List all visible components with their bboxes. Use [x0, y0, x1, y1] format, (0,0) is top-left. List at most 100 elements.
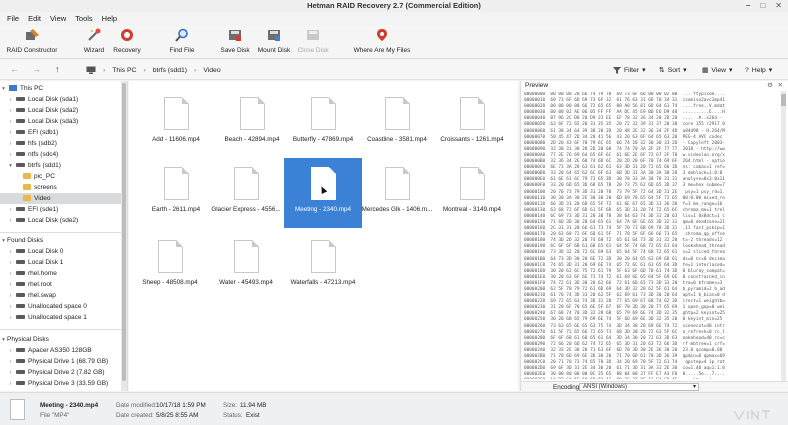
tree-header-found-disks[interactable]: ▾ Found Disks: [0, 235, 122, 246]
tree-item-folder[interactable]: screens: [0, 182, 122, 193]
save-disk-icon: [229, 30, 241, 41]
file-item[interactable]: Mercedes Glk - 1406.m...: [358, 158, 436, 228]
size-label: Size:: [223, 402, 237, 409]
file-item[interactable]: Earth - 2611.mp4: [137, 158, 215, 228]
tree-item-found-disk[interactable]: › rhel.home: [0, 268, 122, 279]
up-arrow-icon[interactable]: ↑: [55, 64, 60, 74]
tree-item-found-disk[interactable]: › Unallocated space 0: [0, 301, 122, 312]
filter-button[interactable]: Filter ▾: [613, 60, 646, 80]
divider: [0, 329, 122, 330]
tree-item-disk[interactable]: › EFI (sde1): [0, 204, 122, 215]
disk-icon: [16, 129, 25, 134]
file-item[interactable]: Waterfalls - 47213.mp4: [284, 231, 362, 301]
tree-item-disk[interactable]: › hfs (sdb2): [0, 138, 122, 149]
tree-item-disk[interactable]: › Local Disk (sda3): [0, 116, 122, 127]
menu-edit[interactable]: Edit: [28, 12, 41, 25]
where-are-my-files-button[interactable]: Where Are My Files: [352, 28, 412, 57]
selected-file-icon: [10, 399, 25, 420]
save-disk-button[interactable]: Save Disk: [219, 28, 251, 57]
file-item[interactable]: Sheep - 48508.mp4: [131, 231, 209, 301]
scrollbar-thumb[interactable]: [122, 83, 126, 381]
tree-item-folder-selected[interactable]: Video: [0, 193, 122, 204]
tree-item-physical-disk[interactable]: › Physical Drive 3 (33.59 GB): [0, 378, 122, 389]
window-title: Hetman RAID Recovery 2.7 (Commercial Edi…: [307, 1, 481, 10]
file-item[interactable]: Water - 45493.mp4: [207, 231, 285, 301]
minimize-button[interactable]: –: [746, 0, 750, 12]
caret-right-icon[interactable]: ›: [7, 379, 14, 390]
scrollbar-thumb[interactable]: [781, 94, 786, 106]
find-file-button[interactable]: Find File: [166, 28, 198, 57]
tree-item-found-disk[interactable]: › Local Disk 1: [0, 257, 122, 268]
file-item[interactable]: Montreal - 3149.mp4: [433, 158, 511, 228]
tree-item-disk[interactable]: › ntfs (sdc4): [0, 149, 122, 160]
menu-file[interactable]: File: [7, 12, 19, 25]
maximize-button[interactable]: □: [760, 0, 765, 12]
file-item[interactable]: Glacier Express - 4556...: [207, 158, 285, 228]
tree-item-folder[interactable]: pic_PC: [0, 171, 122, 182]
file-item[interactable]: Butterfly - 47869.mp4: [284, 88, 362, 158]
tree-item-disk[interactable]: ▾ btrfs (sdd1): [0, 160, 122, 171]
date-modified-label: Date modified:: [116, 402, 157, 409]
file-item[interactable]: Croissants - 1261.mp4: [433, 88, 511, 158]
disk-icon: [16, 369, 25, 374]
app-window: Hetman RAID Recovery 2.7 (Commercial Edi…: [0, 0, 788, 425]
close-window-button[interactable]: ✕: [775, 0, 782, 12]
tree-item-found-disk[interactable]: › Local Disk 0: [0, 246, 122, 257]
disk-icon: [16, 206, 25, 211]
file-grid: Add - 11606.mp4 Beach - 42894.mp4 Butter…: [129, 81, 518, 391]
raid-constructor-button[interactable]: RAID Constructor: [6, 28, 58, 57]
date-modified-value: 10/17/18 1:59 PM: [156, 402, 206, 409]
file-item-selected[interactable]: Meeting - 2340.mp4: [284, 158, 362, 228]
menu-help[interactable]: Help: [102, 12, 117, 25]
tree-item-disk[interactable]: › Local Disk (sda1): [0, 94, 122, 105]
hex-scrollbar[interactable]: [781, 91, 786, 381]
help-button[interactable]: ? Help ▾: [745, 60, 772, 80]
divider: [0, 232, 122, 233]
tree-item-disk[interactable]: › Local Disk (sda2): [0, 105, 122, 116]
chevron-right-icon: ›: [194, 66, 197, 74]
tree-item-found-disk[interactable]: › rhel.root: [0, 279, 122, 290]
menu-bar: File Edit View Tools Help: [0, 12, 788, 25]
disk-icon: [16, 118, 25, 123]
chevron-right-icon: ›: [103, 66, 106, 74]
tree-item-found-disk[interactable]: › Unallocated space 1: [0, 312, 122, 323]
navigation-bar: ← → ↑ › This PC › btrfs (sdd1) › Video F…: [0, 60, 788, 80]
encoding-bar: Encoding ANSI (Windows) ▾: [521, 381, 788, 391]
mount-disk-button[interactable]: Mount Disk: [256, 28, 292, 57]
file-item[interactable]: Beach - 42894.mp4: [213, 88, 291, 158]
tree-item-found-disk[interactable]: › rhel.swap: [0, 290, 122, 301]
sort-button[interactable]: ⇅ Sort ▾: [659, 60, 687, 80]
tree-item-disk[interactable]: › EFI (sdb1): [0, 127, 122, 138]
breadcrumb-btrfs[interactable]: btrfs (sdd1): [153, 67, 187, 74]
hex-view[interactable]: 00000000 00 00 00 20 66 74 79 70 69 73 6…: [524, 92, 776, 379]
back-arrow-icon[interactable]: ←: [10, 64, 19, 74]
tree-item-this-pc[interactable]: ▾ This PC: [0, 83, 122, 94]
caret-right-icon[interactable]: ›: [7, 216, 14, 227]
search-icon: [175, 28, 188, 42]
file-item[interactable]: Coastline - 3581.mp4: [358, 88, 436, 158]
file-item[interactable]: Add - 11606.mp4: [137, 88, 215, 158]
settings-icon[interactable]: ⚙: [767, 81, 773, 91]
disk-icon: [16, 380, 25, 385]
tree-item-physical-disk[interactable]: › Physical Drive 2 (7.82 GB): [0, 367, 122, 378]
breadcrumb-this-pc[interactable]: This PC: [112, 67, 136, 74]
view-button[interactable]: ▦ View ▾: [702, 60, 732, 80]
disk-icon: [16, 347, 25, 352]
tree-scrollbar[interactable]: [121, 81, 127, 391]
close-icon[interactable]: ✕: [778, 81, 783, 91]
encoding-select[interactable]: ANSI (Windows) ▾: [579, 383, 699, 391]
close-disk-button[interactable]: Close Disk: [296, 28, 330, 57]
forward-arrow-icon[interactable]: →: [32, 64, 41, 74]
recovery-button[interactable]: Recovery: [110, 28, 144, 57]
caret-right-icon[interactable]: ›: [7, 313, 14, 324]
menu-tools[interactable]: Tools: [75, 12, 93, 25]
tree-item-disk[interactable]: › Local Disk (sde2): [0, 215, 122, 226]
tree-item-physical-disk[interactable]: › Physical Drive 1 (68.79 GB): [0, 356, 122, 367]
wizard-button[interactable]: Wizard: [78, 28, 110, 57]
chevron-right-icon: ›: [143, 66, 146, 74]
tree-item-physical-disk[interactable]: › Apacer AS350 128GB: [0, 345, 122, 356]
menu-view[interactable]: View: [50, 12, 66, 25]
breadcrumb-video[interactable]: Video: [203, 67, 220, 74]
tree-header-physical-disks[interactable]: ▾ Physical Disks: [0, 334, 122, 345]
disk-icon: [16, 292, 25, 297]
